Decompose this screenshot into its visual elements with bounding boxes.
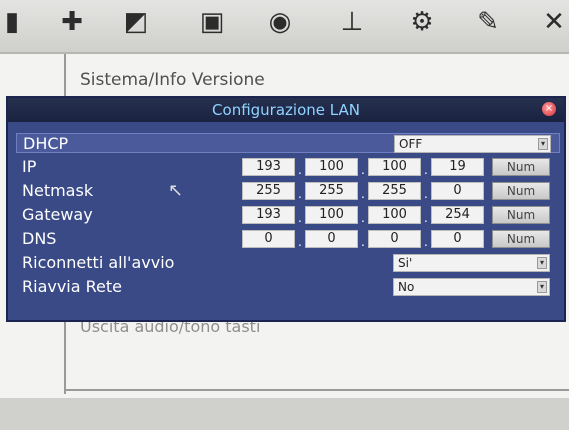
gateway-octet-2[interactable]: 100 [305, 206, 358, 224]
top-toolbar: ▮ ✚ ◩ ▣ ◉ ⊥ ⚙ ✎ ✕ [0, 0, 569, 52]
pen-icon[interactable]: ✎ [466, 2, 510, 42]
page-title: Sistema/Info Versione [80, 70, 265, 90]
dot-separator: . [361, 187, 365, 201]
ip-octet-2[interactable]: 100 [305, 158, 358, 176]
chevron-down-icon[interactable]: ▾ [537, 281, 547, 293]
dns-octet-4[interactable]: 0 [431, 230, 484, 248]
gear-icon[interactable]: ⚙ [400, 2, 444, 42]
netmask-octet-4[interactable]: 0 [431, 182, 484, 200]
lan-config-dialog: Configurazione LAN × DHCP OFF ▾ IP 193 .… [6, 96, 566, 322]
dhcp-row[interactable]: DHCP OFF ▾ [16, 133, 560, 153]
gateway-octet-4[interactable]: 254 [431, 206, 484, 224]
chevron-down-icon[interactable]: ▾ [537, 257, 547, 269]
netmask-row: Netmask 255 . 255 . 255 . 0 Num [16, 181, 560, 201]
reconnect-value: Si' [398, 256, 413, 270]
chevron-down-icon[interactable]: ▾ [538, 138, 548, 150]
gateway-row: Gateway 193 . 100 . 100 . 254 Num [16, 205, 560, 225]
dot-separator: . [298, 163, 302, 177]
marker-icon[interactable]: ✚ [50, 2, 94, 42]
dot-separator: . [361, 163, 365, 177]
gateway-octet-1[interactable]: 193 [242, 206, 295, 224]
restart-label: Riavvia Rete [22, 277, 122, 296]
dialog-title: Configurazione LAN [212, 101, 360, 119]
dns-num-button[interactable]: Num [492, 230, 550, 248]
clapper-icon[interactable]: ◩ [114, 2, 158, 42]
ip-octet-3[interactable]: 100 [368, 158, 421, 176]
usb-icon[interactable]: ⊥ [330, 2, 374, 42]
dhcp-value: OFF [399, 137, 423, 151]
netmask-octet-2[interactable]: 255 [305, 182, 358, 200]
dot-separator: . [361, 211, 365, 225]
ip-octet-1[interactable]: 193 [242, 158, 295, 176]
dot-separator: . [298, 235, 302, 249]
reconnect-select[interactable]: Si' ▾ [393, 254, 550, 272]
netmask-octet-3[interactable]: 255 [368, 182, 421, 200]
dot-separator: . [361, 235, 365, 249]
dns-octet-3[interactable]: 0 [368, 230, 421, 248]
dot-separator: . [424, 211, 428, 225]
ip-label: IP [22, 157, 37, 176]
mouse-cursor-icon: ↖ [168, 180, 184, 201]
network-icon[interactable]: ✕ [532, 2, 569, 42]
dot-separator: . [298, 211, 302, 225]
restart-value: No [398, 280, 415, 294]
dns-row: DNS 0 . 0 . 0 . 0 Num [16, 229, 560, 249]
restart-row: Riavvia Rete No ▾ [16, 277, 560, 297]
tools-icon[interactable]: ▮ [0, 2, 34, 42]
monitor-icon[interactable]: ▣ [190, 2, 234, 42]
dns-octet-1[interactable]: 0 [242, 230, 295, 248]
dot-separator: . [424, 187, 428, 201]
ip-row: IP 193 . 100 . 100 . 19 Num [16, 157, 560, 177]
gateway-label: Gateway [22, 205, 93, 224]
dot-separator: . [298, 187, 302, 201]
reconnect-row: Riconnetti all'avvio Si' ▾ [16, 253, 560, 273]
restart-select[interactable]: No ▾ [393, 278, 550, 296]
ip-octet-4[interactable]: 19 [431, 158, 484, 176]
bottom-strip [0, 398, 569, 430]
netmask-label: Netmask [22, 181, 94, 200]
dialog-titlebar: Configurazione LAN × [8, 98, 564, 122]
close-icon[interactable]: × [542, 102, 556, 116]
dot-separator: . [424, 163, 428, 177]
dns-octet-2[interactable]: 0 [305, 230, 358, 248]
dhcp-label: DHCP [23, 134, 69, 153]
ip-num-button[interactable]: Num [492, 158, 550, 176]
gateway-octet-3[interactable]: 100 [368, 206, 421, 224]
dot-separator: . [424, 235, 428, 249]
reconnect-label: Riconnetti all'avvio [22, 253, 175, 272]
gateway-num-button[interactable]: Num [492, 206, 550, 224]
netmask-num-button[interactable]: Num [492, 182, 550, 200]
camera-icon[interactable]: ◉ [258, 2, 302, 42]
netmask-octet-1[interactable]: 255 [242, 182, 295, 200]
dhcp-select[interactable]: OFF ▾ [394, 135, 551, 153]
dns-label: DNS [22, 229, 57, 248]
divider [64, 389, 569, 391]
